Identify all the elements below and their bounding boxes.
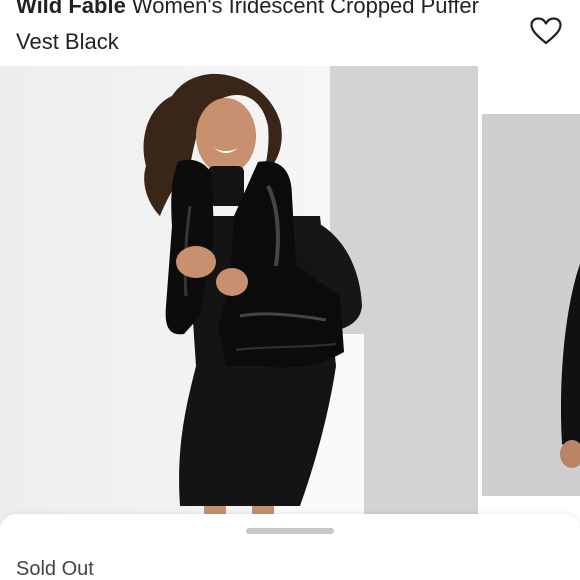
next-photo-preview	[560, 264, 580, 468]
heart-outline-icon	[530, 17, 562, 45]
product-photo-next[interactable]	[482, 114, 580, 496]
sheet-drag-handle[interactable]	[246, 528, 334, 534]
product-photo-main[interactable]	[0, 66, 478, 536]
image-carousel[interactable]	[0, 66, 580, 536]
bottom-sheet[interactable]: Sold Out	[0, 514, 580, 580]
product-title: Wild Fable Women's Iridescent Cropped Pu…	[16, 0, 516, 60]
favorite-button[interactable]	[528, 14, 564, 48]
product-brand[interactable]: Wild Fable	[16, 0, 126, 18]
availability-status: Sold Out	[16, 558, 94, 580]
model-figure	[143, 73, 362, 536]
listing-page: Wild Fable Women's Iridescent Cropped Pu…	[0, 0, 580, 580]
